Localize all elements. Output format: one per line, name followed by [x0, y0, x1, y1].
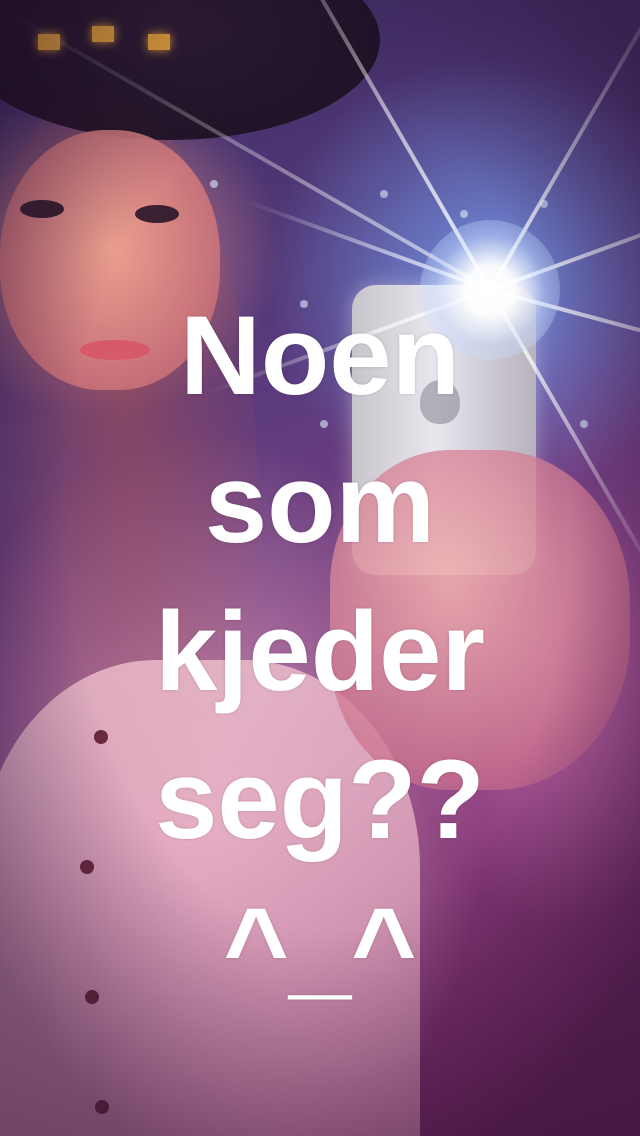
snap-caption: Noen som kjeder seg?? ^_^ — [155, 293, 485, 1010]
